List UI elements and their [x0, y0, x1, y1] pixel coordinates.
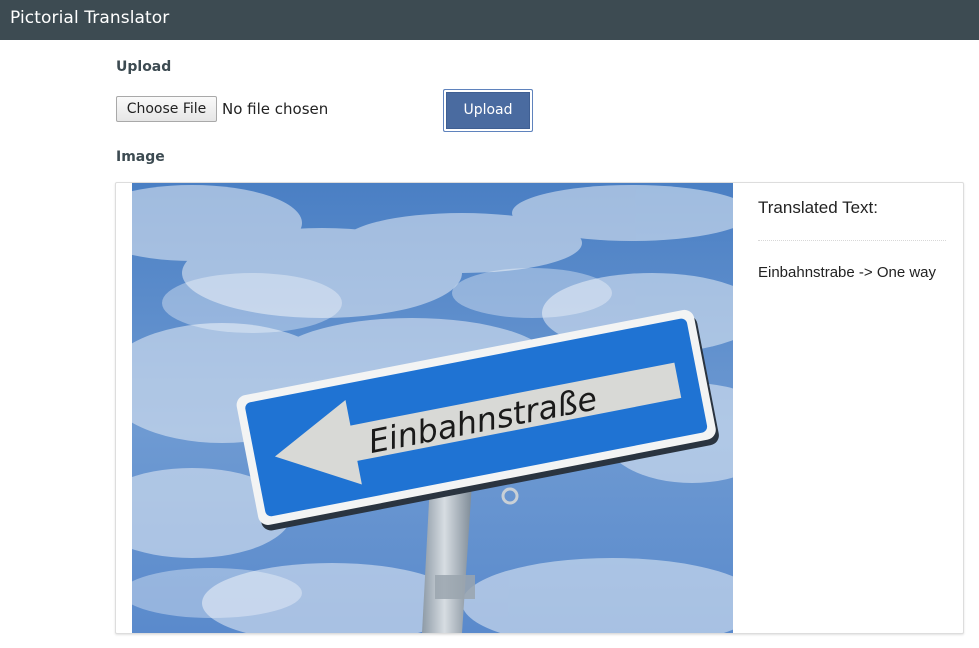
upload-button[interactable]: Upload	[443, 89, 533, 132]
uploaded-image: Einbahnstraße	[132, 183, 733, 633]
translation-result: Einbahnstrabe -> One way	[758, 264, 937, 281]
image-section-label: Image	[116, 149, 165, 165]
translated-text-heading: Translated Text:	[758, 198, 879, 217]
choose-file-button[interactable]: Choose File	[116, 96, 217, 122]
divider	[758, 240, 946, 241]
sign-photo: Einbahnstraße	[132, 183, 733, 633]
app-header: Pictorial Translator	[0, 0, 979, 40]
upload-section-label: Upload	[116, 59, 172, 75]
app-title: Pictorial Translator	[10, 8, 170, 28]
file-status-text: No file chosen	[222, 100, 329, 118]
image-panel: Einbahnstraße Translated Text: Einbahnst…	[115, 182, 964, 634]
